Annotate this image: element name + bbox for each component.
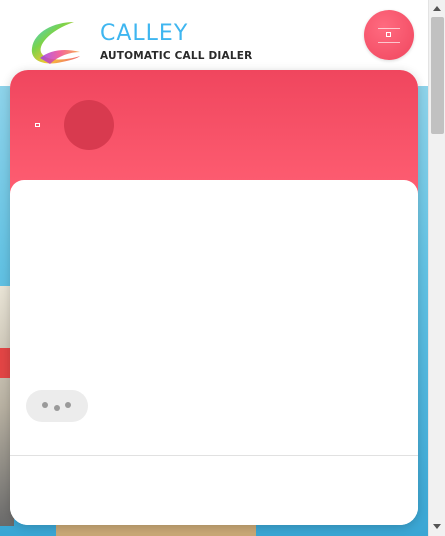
brand-name: CALLEY xyxy=(100,21,189,46)
menu-square-icon xyxy=(386,32,391,37)
chat-widget-body xyxy=(10,180,418,525)
typing-dot xyxy=(54,405,60,411)
chat-input-area[interactable] xyxy=(10,456,418,525)
scrollbar-thumb[interactable] xyxy=(431,17,444,134)
typing-indicator xyxy=(26,390,88,422)
brand-tagline: AUTOMATIC CALL DIALER xyxy=(100,50,253,62)
scroll-down-arrow-icon[interactable] xyxy=(433,524,441,529)
typing-dot xyxy=(65,402,71,408)
page-scrollbar[interactable] xyxy=(428,0,445,536)
back-icon[interactable] xyxy=(35,123,40,127)
page: CALLEY AUTOMATIC CALL DIALER xyxy=(0,0,445,536)
hamburger-line xyxy=(378,42,400,43)
scroll-up-arrow-icon[interactable] xyxy=(433,6,441,11)
chat-widget xyxy=(10,70,418,525)
brand[interactable]: CALLEY AUTOMATIC CALL DIALER xyxy=(100,21,253,63)
hero-image-sand xyxy=(56,524,256,536)
hero-image-red-detail xyxy=(0,348,10,378)
calley-logo-icon[interactable] xyxy=(28,18,82,68)
agent-avatar xyxy=(64,100,114,150)
typing-dot xyxy=(42,402,48,408)
menu-button[interactable] xyxy=(364,10,414,60)
hamburger-menu-icon xyxy=(378,28,400,29)
